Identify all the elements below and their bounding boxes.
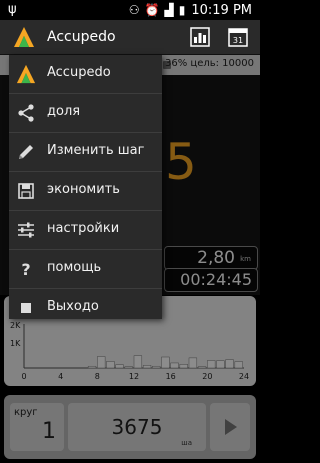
menu-item-label: доля (47, 104, 81, 119)
save-icon (18, 183, 34, 199)
accupedo-logo-icon (14, 27, 34, 47)
svg-text:?: ? (21, 260, 30, 279)
headset-icon: ⚇ (128, 3, 140, 17)
menu-item-share[interactable]: доля (9, 94, 162, 133)
menu-item-label: настройки (47, 221, 120, 236)
status-bar: ψ ⚇ ⏰ ▟ ▮ 10:19 PM (0, 0, 260, 20)
menu-item-label: Изменить шаг (47, 143, 145, 158)
menu-item-label: Accupedo (47, 65, 111, 80)
help-icon: ? (21, 260, 30, 279)
menu-item-label: экономить (47, 182, 120, 197)
share-icon (18, 104, 34, 122)
overflow-menu: Accupedo доля Изменить шаг экономить нас… (9, 55, 162, 319)
menu-item-save[interactable]: экономить (9, 172, 162, 211)
menu-item-exit[interactable]: Выходо (9, 289, 162, 327)
stop-icon (21, 303, 31, 313)
app-title[interactable]: Accupedo (47, 29, 116, 45)
menu-item-help[interactable]: ? помощь (9, 250, 162, 289)
menu-item-settings[interactable]: настройки (9, 211, 162, 250)
menu-item-label: помощь (47, 260, 102, 275)
chart-view-icon[interactable] (188, 25, 212, 49)
pencil-icon (19, 145, 33, 159)
status-icons: ⚇ ⏰ ▟ ▮ (129, 3, 186, 17)
menu-item-accupedo[interactable]: Accupedo (9, 55, 162, 94)
usb-icon: ψ (8, 2, 17, 17)
menu-item-edit-step[interactable]: Изменить шаг (9, 133, 162, 172)
accupedo-logo-icon (16, 64, 36, 84)
alarm-icon: ⏰ (144, 3, 160, 17)
settings-sliders-icon (18, 222, 34, 238)
menu-item-label: Выходо (47, 299, 99, 314)
signal-icon: ▟ (164, 3, 174, 17)
status-time: 10:19 PM (191, 2, 252, 18)
calendar-icon[interactable]: 31 (226, 25, 250, 49)
svg-text:31: 31 (233, 36, 243, 45)
battery-icon: ▮ (178, 3, 186, 17)
action-bar: Accupedo 31 (0, 20, 260, 69)
